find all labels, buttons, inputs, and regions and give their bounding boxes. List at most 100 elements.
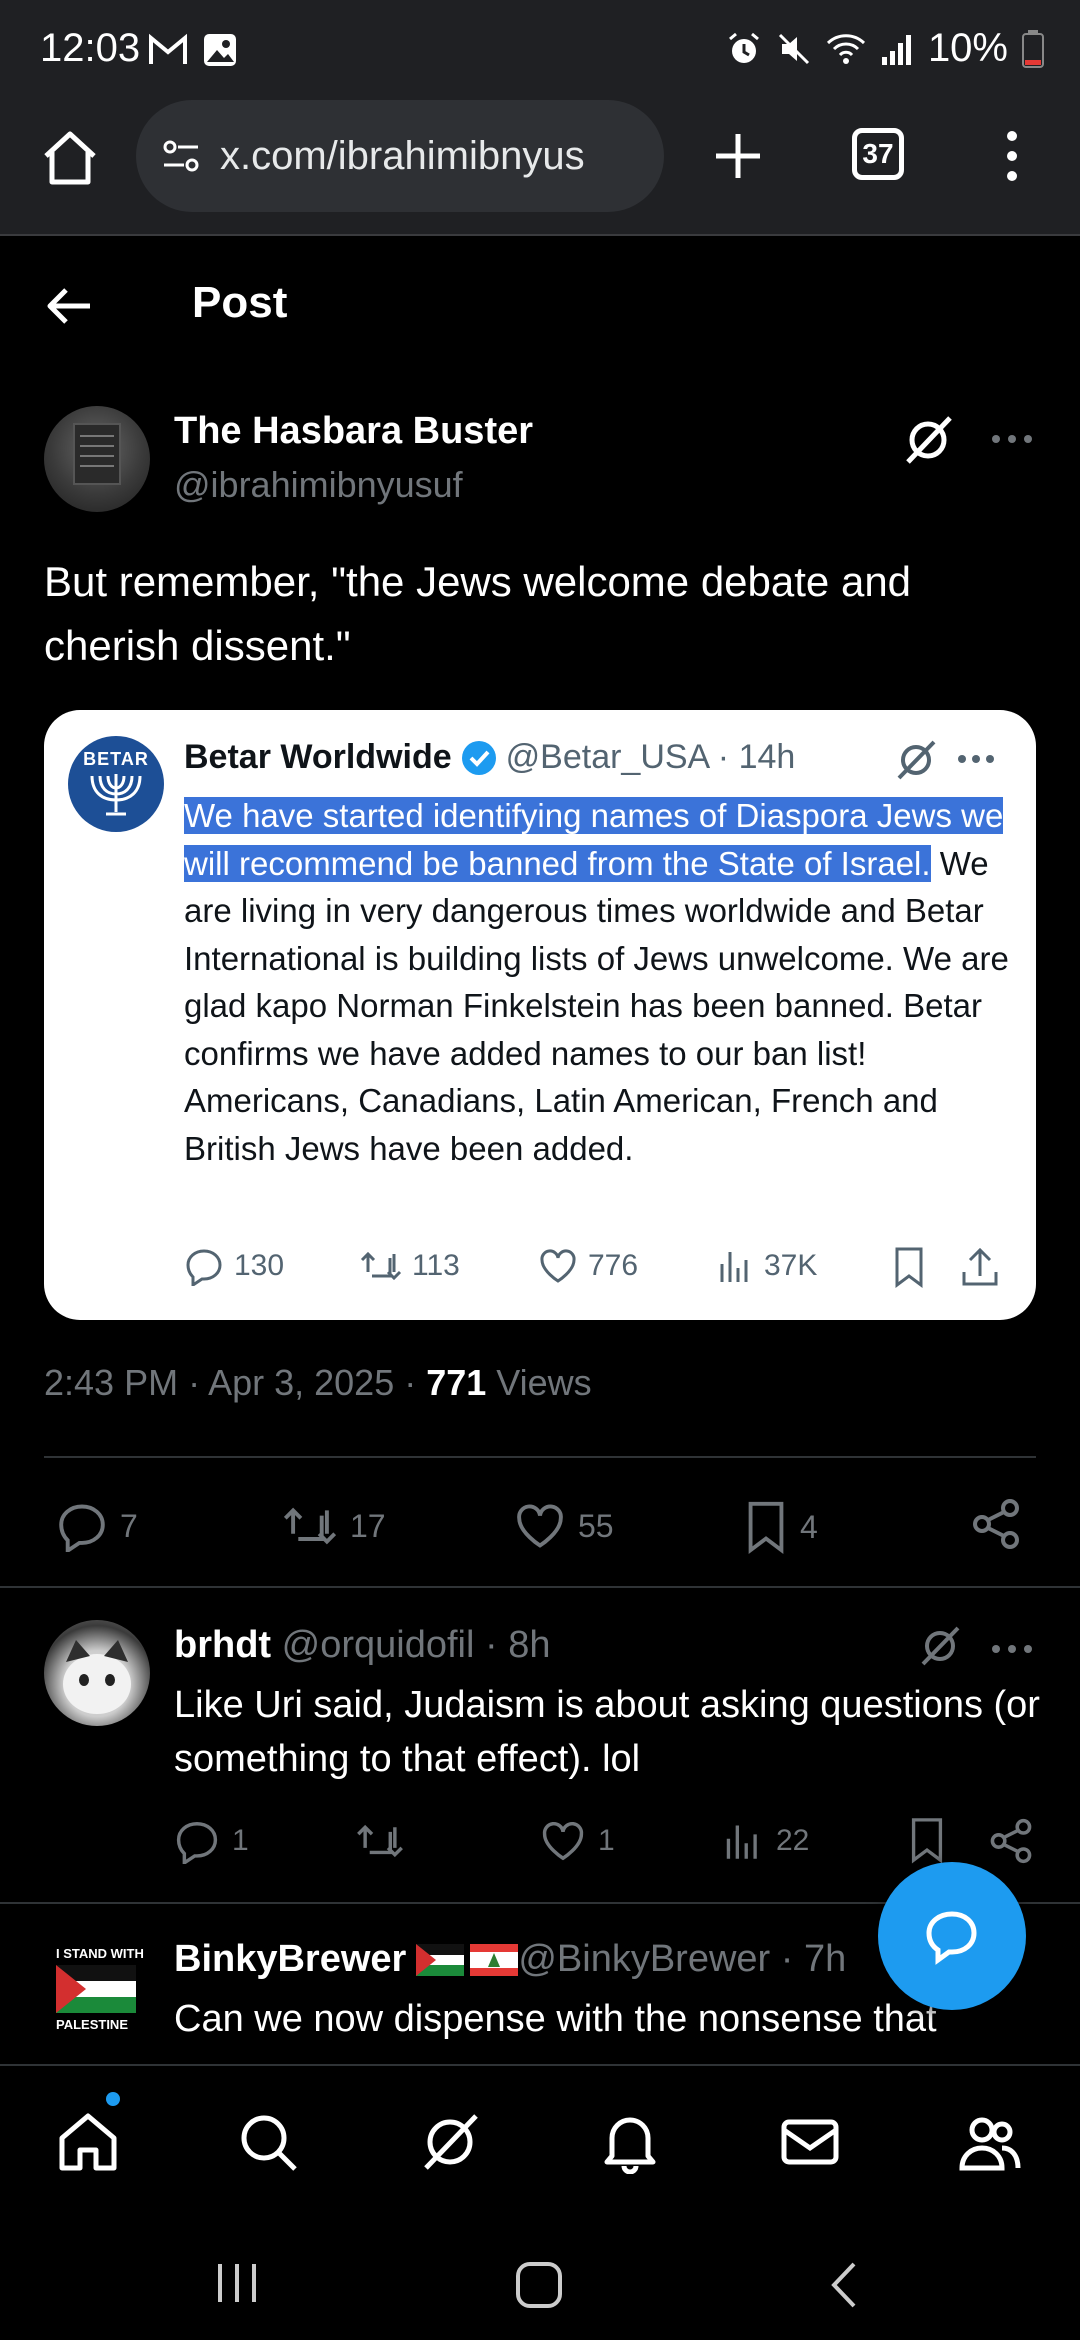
quote-reply-count: 130 (234, 1249, 285, 1282)
status-time: 12:03 (40, 26, 141, 70)
avatar-caption-top: I STAND WITH (56, 1946, 144, 1961)
reply-views-button[interactable]: 22 (724, 1818, 809, 1864)
share-icon[interactable] (988, 1818, 1034, 1864)
messages-tab-icon[interactable] (778, 2110, 842, 2174)
author-avatar[interactable] (44, 406, 150, 512)
reply-author-name[interactable]: BinkyBrewer (174, 1938, 406, 1981)
reply-author-name[interactable]: brhdt (174, 1624, 271, 1666)
palestine-flag-image (56, 1965, 136, 2013)
wifi-icon (826, 33, 865, 64)
reply-count: 7 (120, 1507, 138, 1544)
reply-views-count: 22 (776, 1824, 810, 1857)
reply-icon (59, 1504, 105, 1552)
tab-switcher-button[interactable]: 37 (852, 128, 904, 180)
system-navigation-bar (0, 2210, 1080, 2340)
page-title: Post (192, 278, 288, 327)
avatar-image (73, 423, 121, 485)
search-tab-icon[interactable] (236, 2110, 300, 2174)
quoted-post-card[interactable]: BETAR Betar Worldwide @Betar_USA · 14h W… (44, 710, 1036, 1320)
author-name[interactable]: The Hasbara Buster (174, 410, 533, 453)
compose-message-button[interactable] (878, 1862, 1026, 2010)
notifications-tab-icon[interactable] (598, 2110, 662, 2174)
menorah-icon (90, 773, 142, 815)
grok-icon[interactable] (916, 1622, 964, 1670)
home-icon[interactable] (38, 126, 102, 190)
more-options-icon[interactable] (990, 1634, 1034, 1664)
post-header: Post (0, 240, 1080, 370)
alarm-icon (728, 32, 759, 63)
reply-icon (186, 1249, 222, 1286)
grok-tab-icon[interactable] (418, 2110, 482, 2174)
recent-apps-icon[interactable] (214, 2260, 260, 2306)
quote-more-icon[interactable] (956, 746, 996, 772)
quote-text: We have started identifying names of Dia… (184, 792, 1014, 1172)
avatar-caption-bottom: PALESTINE (56, 2017, 128, 2032)
notification-dot (106, 2092, 120, 2106)
reply-reply-count: 1 (232, 1824, 249, 1857)
reply-button[interactable]: 7 (56, 1500, 138, 1552)
reply-avatar[interactable] (44, 1620, 150, 1726)
battery-icon (1022, 29, 1044, 68)
reply-text: Like Uri said, Judaism is about asking q… (174, 1684, 1040, 1780)
bookmark-count: 4 (800, 1508, 818, 1545)
reply-like-button[interactable]: 1 (540, 1818, 615, 1864)
battery-percent: 10% (927, 26, 1008, 70)
bottom-navigation (0, 2064, 1080, 2210)
bookmark-button[interactable]: 4 (744, 1500, 818, 1554)
more-options-icon[interactable] (990, 424, 1034, 454)
reply-repost-button[interactable] (356, 1818, 404, 1864)
palestine-flag-icon (416, 1943, 465, 1976)
quote-avatar-logo: BETAR (83, 748, 149, 769)
share-icon[interactable] (970, 1498, 1022, 1550)
grok-icon[interactable] (900, 412, 956, 468)
post-text: But remember, "the Jews welcome debate a… (44, 558, 912, 669)
chat-bubble-icon (926, 1911, 977, 1965)
home-tab-icon[interactable] (56, 2110, 120, 2174)
views-icon (720, 1252, 748, 1282)
reply-reply-button[interactable]: 1 (174, 1818, 249, 1864)
back-arrow-icon[interactable] (44, 280, 96, 332)
quote-avatar[interactable]: BETAR (68, 736, 164, 832)
repost-button[interactable]: 17 (282, 1500, 386, 1552)
post-timestamp: 2:43 PM · Apr 3, 2025 · 771 Views (44, 1362, 592, 1404)
quote-reply-button[interactable]: 130 (184, 1246, 284, 1286)
home-system-icon[interactable] (514, 2260, 564, 2310)
communities-tab-icon[interactable] (958, 2110, 1022, 2174)
site-settings-icon[interactable] (160, 135, 202, 177)
repost-icon (283, 1507, 337, 1545)
quote-like-count: 776 (588, 1249, 639, 1282)
quote-author-name[interactable]: Betar Worldwide (184, 738, 452, 777)
highlighted-text: We have started identifying names of Dia… (184, 797, 1004, 882)
quote-meta: @Betar_USA · 14h (505, 738, 796, 776)
quote-bookmark-icon[interactable] (892, 1246, 926, 1288)
quote-repost-button[interactable]: 113 (360, 1246, 460, 1286)
quote-views-button[interactable]: 37K (718, 1246, 817, 1286)
url-bar[interactable]: x.com/ibrahimibnyus (136, 100, 664, 212)
author-handle[interactable]: @ibrahimibnyusuf (174, 464, 463, 506)
post-time: 2:43 PM · Apr 3, 2025 · (44, 1362, 427, 1403)
new-tab-icon[interactable] (706, 124, 770, 188)
heart-icon (540, 1249, 576, 1283)
heart-icon (542, 1822, 584, 1861)
reply-avatar[interactable]: I STAND WITH PALESTINE (44, 1940, 150, 2046)
post-views-label: Views (486, 1362, 592, 1403)
like-button[interactable]: 55 (514, 1500, 614, 1552)
repost-count: 17 (350, 1507, 386, 1544)
quote-actions: 130 113 776 37K (184, 1246, 1004, 1296)
reply-meta: @BinkyBrewer · 7h (518, 1938, 847, 1980)
back-system-icon[interactable] (826, 2260, 862, 2310)
quote-share-icon[interactable] (960, 1246, 1000, 1288)
repost-icon (357, 1824, 403, 1858)
quote-like-button[interactable]: 776 (538, 1246, 638, 1286)
verified-badge-icon (461, 740, 496, 775)
bookmark-icon (748, 1501, 784, 1554)
more-vertical-icon[interactable] (994, 124, 1030, 188)
bookmark-icon[interactable] (908, 1816, 946, 1864)
heart-icon (517, 1504, 563, 1548)
reply-meta: @orquidofil · 8h (271, 1624, 551, 1666)
signal-icon (881, 34, 911, 65)
url-text[interactable]: x.com/ibrahimibnyus (220, 134, 640, 179)
gmail-icon (149, 33, 187, 64)
post-views-count[interactable]: 771 (426, 1362, 486, 1403)
quote-grok-icon[interactable] (892, 736, 940, 784)
